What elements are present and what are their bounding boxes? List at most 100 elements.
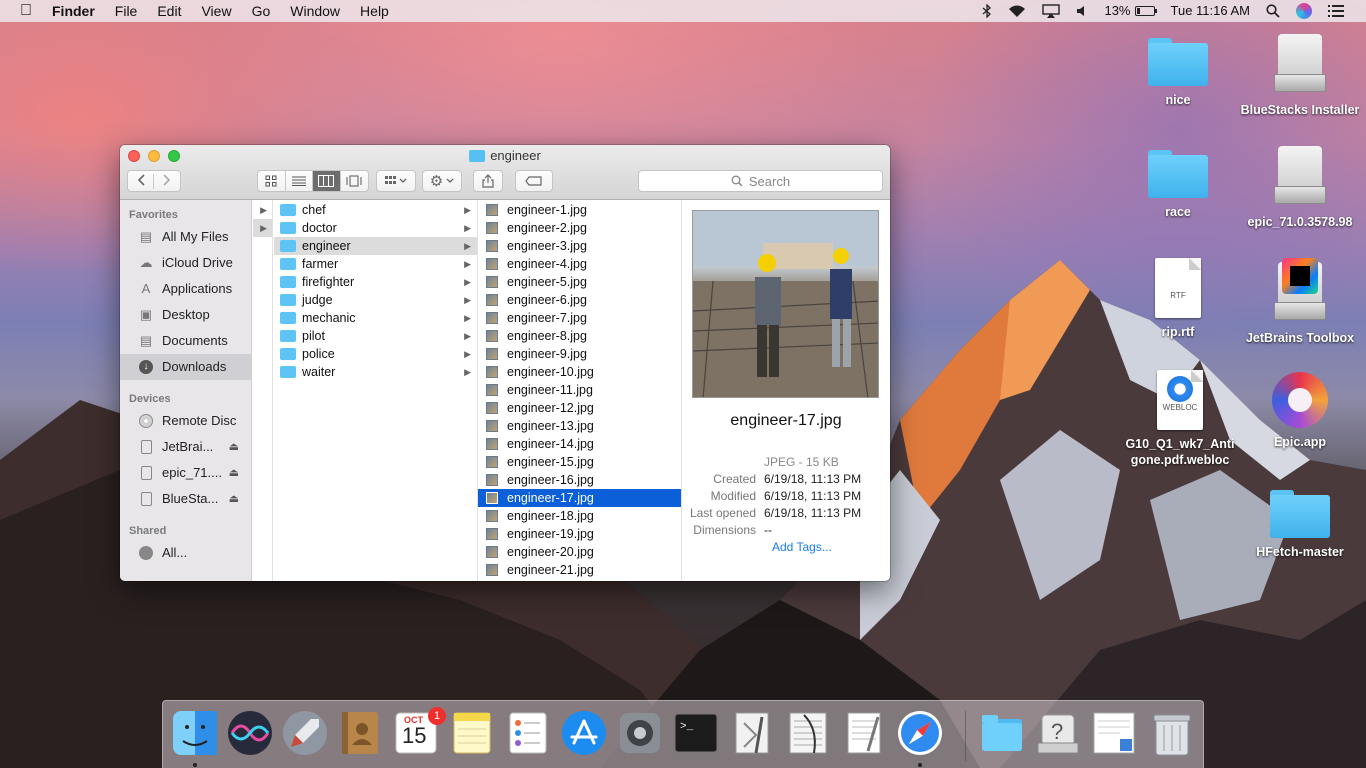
file-row[interactable]: engineer-16.jpg [478, 471, 681, 489]
parent-row-selected[interactable]: ▶ [253, 219, 272, 237]
dock-notes[interactable] [448, 709, 496, 757]
menu-view[interactable]: View [191, 0, 241, 22]
dock-finder[interactable] [171, 709, 219, 757]
dock-system-preferences[interactable] [616, 709, 664, 757]
dock-documents-stack[interactable] [1090, 709, 1138, 757]
sidebar-item-desktop[interactable]: ▣ Desktop [120, 302, 251, 328]
file-row[interactable]: engineer-2.jpg [478, 219, 681, 237]
spotlight-search-icon[interactable] [1258, 4, 1288, 18]
sidebar-item-shared-all[interactable]: All... [120, 540, 251, 566]
folder-row-firefighter[interactable]: firefighter ▶ [274, 273, 477, 291]
file-row[interactable]: engineer-17.jpg [478, 489, 681, 507]
file-row[interactable]: engineer-12.jpg [478, 399, 681, 417]
sidebar-item-documents[interactable]: ▤ Documents [120, 328, 251, 354]
file-row[interactable]: engineer-6.jpg [478, 291, 681, 309]
wifi-icon[interactable] [1000, 5, 1034, 18]
back-button[interactable] [128, 173, 154, 189]
notification-center-icon[interactable] [1320, 5, 1352, 17]
sidebar-item-epic-volume[interactable]: epic_71.... ⏏ [120, 460, 251, 486]
add-tags-link[interactable]: Add Tags... [772, 540, 832, 554]
sidebar-item-jetbrains-volume[interactable]: JetBrai... ⏏ [120, 434, 251, 460]
desktop-icon-bluestacks-installer[interactable]: BlueStacks Installer [1240, 34, 1360, 118]
folder-row-police[interactable]: police ▶ [274, 345, 477, 363]
file-row[interactable]: engineer-7.jpg [478, 309, 681, 327]
airplay-icon[interactable] [1034, 4, 1068, 18]
edit-tags-button[interactable] [515, 170, 553, 192]
icon-view-button[interactable] [258, 171, 286, 191]
dock-downloads-stack[interactable] [978, 709, 1026, 757]
cover-flow-button[interactable] [341, 171, 368, 191]
menu-app-name[interactable]: Finder [42, 0, 105, 22]
dock-app-store[interactable] [560, 709, 608, 757]
dock-safari[interactable] [896, 709, 944, 757]
apple-menu-icon[interactable]:  [0, 0, 42, 22]
file-row[interactable]: engineer-9.jpg [478, 345, 681, 363]
desktop-icon-epic-app[interactable]: Epic.app [1240, 372, 1360, 450]
dock-contacts[interactable] [336, 709, 384, 757]
bluetooth-icon[interactable] [974, 4, 1000, 18]
desktop-icon-race[interactable]: race [1118, 150, 1238, 220]
siri-icon[interactable] [1288, 3, 1320, 19]
file-row[interactable]: engineer-19.jpg [478, 525, 681, 543]
arrange-button[interactable] [376, 170, 416, 192]
search-field[interactable]: Search [638, 170, 883, 192]
desktop-icon-epic-drive[interactable]: epic_71.0.3578.98 [1240, 146, 1360, 230]
dock-textedit[interactable] [840, 709, 888, 757]
eject-icon[interactable]: ⏏ [229, 434, 239, 460]
dock-calendar[interactable]: OCT 15 1 [392, 707, 446, 757]
file-row[interactable]: engineer-15.jpg [478, 453, 681, 471]
sidebar-item-downloads[interactable]: ↓ Downloads [120, 354, 251, 380]
dock-script-editor[interactable] [728, 709, 776, 757]
menu-edit[interactable]: Edit [147, 0, 191, 22]
menu-clock[interactable]: Tue 11:16 AM [1163, 0, 1259, 22]
sidebar-item-icloud-drive[interactable]: ☁ iCloud Drive [120, 250, 251, 276]
file-row[interactable]: engineer-13.jpg [478, 417, 681, 435]
sidebar-item-applications[interactable]: A Applications [120, 276, 251, 302]
file-row[interactable]: engineer-4.jpg [478, 255, 681, 273]
menu-go[interactable]: Go [242, 0, 281, 22]
file-row[interactable]: engineer-8.jpg [478, 327, 681, 345]
desktop-icon-hfetch-master[interactable]: HFetch-master [1240, 490, 1360, 560]
folder-row-chef[interactable]: chef ▶ [274, 201, 477, 219]
folder-row-farmer[interactable]: farmer ▶ [274, 255, 477, 273]
sidebar-item-all-my-files[interactable]: ▤ All My Files [120, 224, 251, 250]
file-row[interactable]: engineer-3.jpg [478, 237, 681, 255]
forward-button[interactable] [154, 173, 180, 189]
desktop-icon-nice[interactable]: nice [1118, 38, 1238, 108]
folder-row-mechanic[interactable]: mechanic ▶ [274, 309, 477, 327]
menu-window[interactable]: Window [280, 0, 350, 22]
battery-status[interactable]: 13% [1096, 0, 1162, 22]
desktop-icon-jetbrains-toolbox[interactable]: JetBrains Toolbox [1240, 258, 1360, 346]
file-row[interactable]: engineer-14.jpg [478, 435, 681, 453]
action-gear-button[interactable]: ⚙ [422, 170, 462, 192]
file-row[interactable]: engineer-20.jpg [478, 543, 681, 561]
file-row[interactable]: engineer-1.jpg [478, 201, 681, 219]
folder-row-waiter[interactable]: waiter ▶ [274, 363, 477, 381]
dock-terminal[interactable]: >_ [672, 709, 720, 757]
folder-row-doctor[interactable]: doctor ▶ [274, 219, 477, 237]
share-button[interactable] [473, 170, 503, 192]
folder-row-judge[interactable]: judge ▶ [274, 291, 477, 309]
eject-icon[interactable]: ⏏ [229, 486, 239, 512]
dock-trash[interactable] [1148, 709, 1196, 757]
dock-activity-monitor[interactable] [784, 709, 832, 757]
dock-siri[interactable] [226, 709, 274, 757]
desktop-icon-webloc[interactable]: WEBLOC G10_Q1_wk7_Antigone.pdf.webloc [1118, 370, 1242, 468]
menu-file[interactable]: File [105, 0, 148, 22]
sidebar-item-remote-disc[interactable]: Remote Disc [120, 408, 251, 434]
file-row[interactable]: engineer-18.jpg [478, 507, 681, 525]
eject-icon[interactable]: ⏏ [229, 460, 239, 486]
file-row[interactable]: engineer-10.jpg [478, 363, 681, 381]
parent-row[interactable]: ▶ [253, 201, 272, 219]
folder-row-engineer[interactable]: engineer ▶ [274, 237, 477, 255]
file-row[interactable]: engineer-21.jpg [478, 561, 681, 579]
sidebar-item-bluestacks-volume[interactable]: BlueSta... ⏏ [120, 486, 251, 512]
dock-reminders[interactable] [504, 709, 552, 757]
column-view-button[interactable] [313, 171, 341, 191]
volume-icon[interactable] [1068, 5, 1096, 17]
menu-help[interactable]: Help [350, 0, 399, 22]
dock-launchpad[interactable] [281, 709, 329, 757]
list-view-button[interactable] [286, 171, 313, 191]
file-row[interactable]: engineer-5.jpg [478, 273, 681, 291]
file-row[interactable]: engineer-11.jpg [478, 381, 681, 399]
